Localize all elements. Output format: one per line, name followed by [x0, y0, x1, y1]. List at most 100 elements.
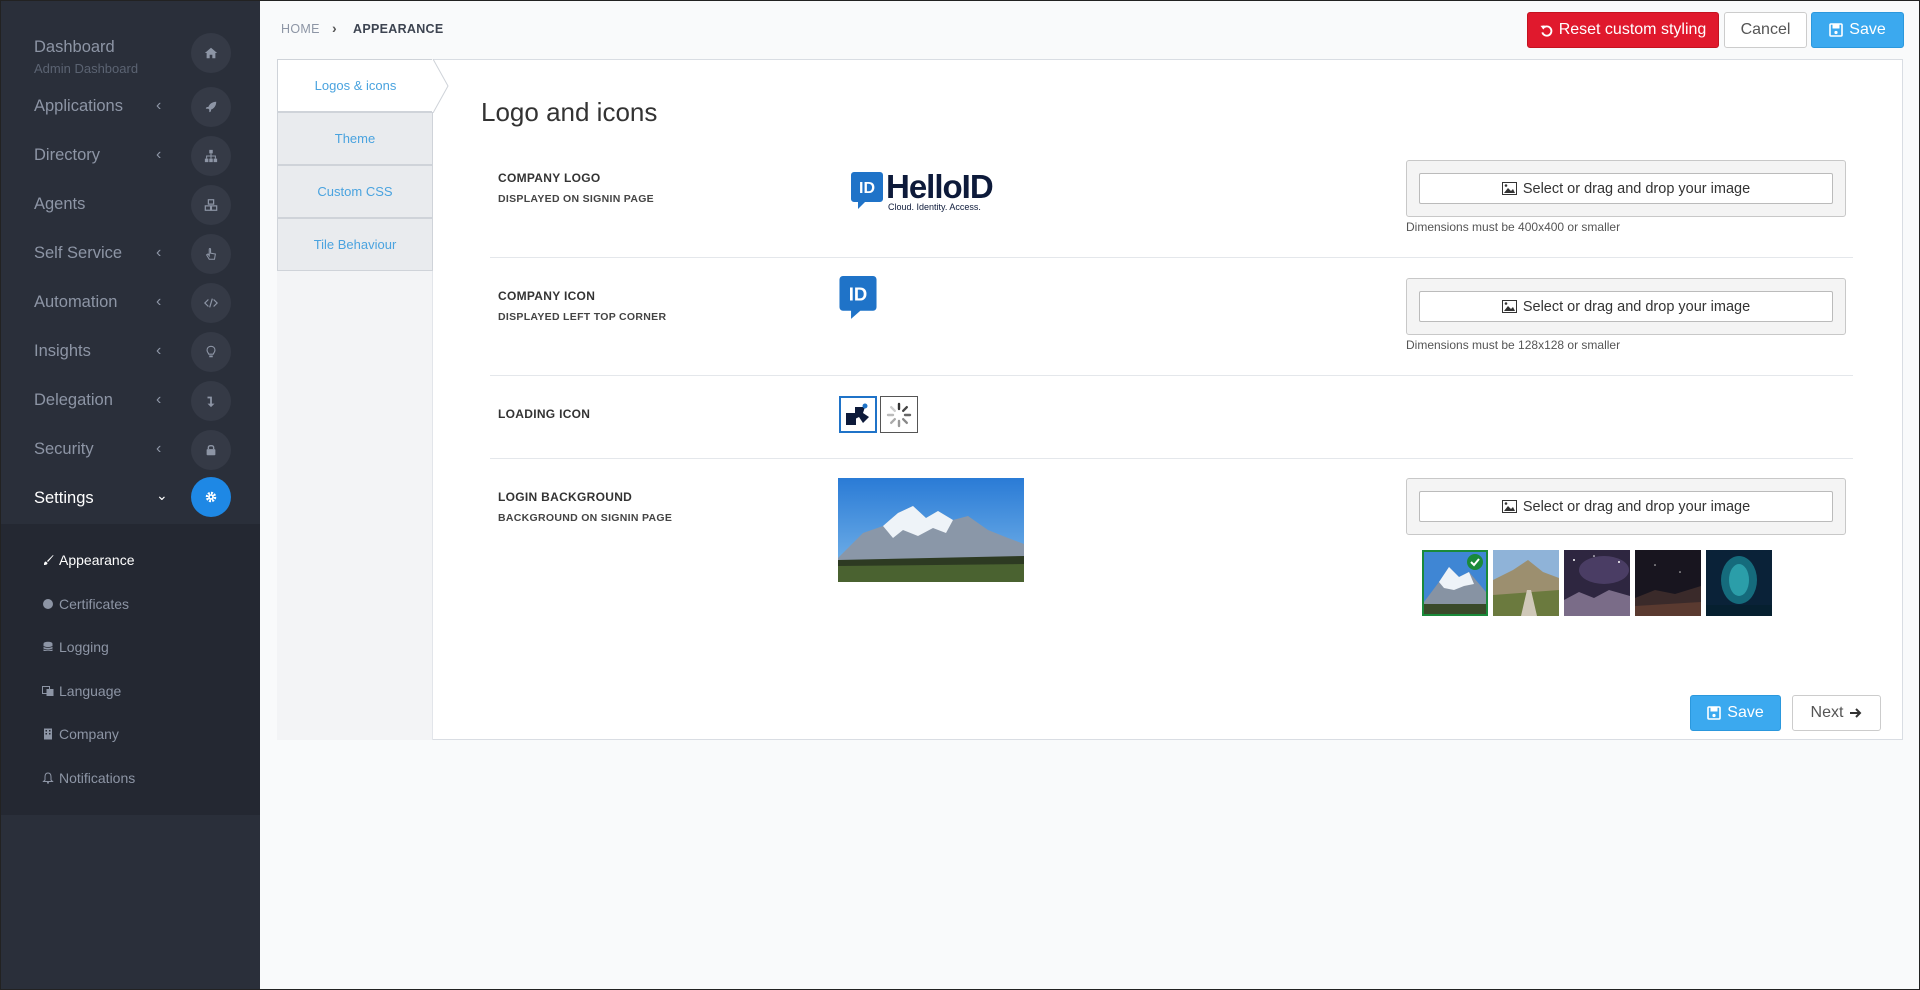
company-logo-upload-button[interactable]: Select or drag and drop your image [1419, 173, 1833, 204]
submenu-item-language[interactable]: Language [42, 683, 121, 699]
sidebar-item-automation[interactable]: Automation ‹ [1, 279, 260, 328]
level-down-icon [191, 381, 231, 421]
cancel-button-label: Cancel [1740, 21, 1791, 38]
company-logo-label: COMPANY LOGO [498, 171, 601, 185]
helloid-badge-text: ID [859, 180, 875, 197]
sidebar-item-label: Security [34, 440, 94, 458]
sidebar-item-insights[interactable]: Insights ‹ [1, 328, 260, 377]
sidebar-item-dashboard[interactable]: Dashboard Admin Dashboard [1, 28, 260, 77]
login-background-label: LOGIN BACKGROUND [498, 490, 633, 504]
page-title: Logo and icons [481, 97, 658, 127]
tab-tile-behaviour[interactable]: Tile Behaviour [277, 218, 433, 271]
helloid-icon-text: ID [849, 283, 868, 304]
sidebar-item-agents[interactable]: Agents [1, 181, 260, 230]
sidebar-item-label: Directory [34, 146, 101, 164]
company-icon-preview: ID [839, 276, 877, 325]
reset-custom-styling-button[interactable]: Reset custom styling [1527, 12, 1719, 48]
sidebar-item-label: Settings [34, 489, 94, 507]
chevron-left-icon: ‹ [156, 342, 162, 359]
submenu-item-label: Company [59, 726, 119, 742]
divider [490, 257, 1853, 258]
sidebar-item-label: Self Service [34, 244, 123, 262]
submenu-item-company[interactable]: Company [42, 726, 119, 742]
sidebar-item-security[interactable]: Security ‹ [1, 426, 260, 475]
background-thumbnail-night-sky[interactable] [1564, 550, 1630, 616]
loading-icon-option-spinner[interactable] [880, 396, 918, 433]
upload-button-label: Select or drag and drop your image [1522, 180, 1751, 197]
sidebar-item-applications[interactable]: Applications ‹ [1, 83, 260, 132]
save-button[interactable]: Save [1811, 12, 1904, 48]
code-icon [191, 283, 231, 323]
chevron-left-icon: ‹ [156, 440, 162, 457]
save-bottom-button[interactable]: Save [1690, 695, 1781, 731]
breadcrumb-current: APPEARANCE [353, 22, 444, 36]
cancel-button[interactable]: Cancel [1724, 12, 1807, 48]
sidebar-item-label: Delegation [34, 391, 113, 409]
company-logo-hint: Dimensions must be 400x400 or smaller [1406, 220, 1621, 234]
tab-label: Theme [334, 131, 376, 146]
tab-logos-icons[interactable]: Logos & icons [277, 59, 433, 112]
login-background-upload-button[interactable]: Select or drag and drop your image [1419, 491, 1833, 522]
sitemap-icon [191, 136, 231, 176]
undo-icon [1540, 24, 1553, 37]
sidebar-item-self-service[interactable]: Self Service ‹ [1, 230, 260, 279]
submenu-item-appearance[interactable]: Appearance [42, 552, 135, 568]
sidebar-item-label: Agents [34, 195, 86, 213]
rocket-icon [191, 87, 231, 127]
tab-label: Logos & icons [314, 78, 397, 93]
company-icon-hint: Dimensions must be 128x128 or smaller [1406, 338, 1621, 352]
sidebar-item-label: Automation [34, 293, 118, 311]
sidebar-item-label: Applications [34, 97, 123, 115]
language-icon [42, 686, 54, 696]
building-icon [44, 728, 52, 740]
background-thumbnail-road[interactable] [1493, 550, 1559, 616]
image-icon [1501, 182, 1517, 195]
company-icon-sublabel: DISPLAYED LEFT TOP CORNER [498, 311, 667, 323]
sidebar-item-delegation[interactable]: Delegation ‹ [1, 377, 260, 426]
save-button-label: Save [1727, 704, 1764, 721]
reset-button-label: Reset custom styling [1558, 21, 1707, 38]
company-icon-upload-button[interactable]: Select or drag and drop your image [1419, 291, 1833, 322]
floppy-disk-icon [1829, 23, 1844, 37]
company-icon-label: COMPANY ICON [498, 289, 596, 303]
sidebar-item-label: Dashboard [34, 38, 115, 56]
login-background-preview [838, 478, 1024, 582]
background-thumbnail-mountain[interactable] [1422, 550, 1488, 616]
loading-icon-option-helloid[interactable] [839, 396, 877, 433]
helloid-icon: ID [839, 276, 877, 319]
tab-label: Tile Behaviour [313, 237, 397, 252]
cubes-icon [191, 185, 231, 225]
certificate-icon [43, 599, 53, 609]
submenu-item-certificates[interactable]: Certificates [42, 596, 129, 612]
company-icon-upload-area: Select or drag and drop your image [1406, 278, 1846, 335]
submenu-item-label: Language [59, 683, 122, 699]
chevron-down-icon: ⌄ [156, 487, 168, 503]
tab-theme[interactable]: Theme [277, 112, 433, 165]
submenu-item-logging[interactable]: Logging [42, 639, 109, 655]
divider [490, 375, 1853, 376]
image-icon [1501, 300, 1517, 313]
background-thumbnail-dark-desert[interactable] [1635, 550, 1701, 616]
lightbulb-icon [191, 332, 231, 372]
tab-custom-css[interactable]: Custom CSS [277, 165, 433, 218]
lock-icon [191, 430, 231, 470]
gear-icon [191, 477, 231, 517]
sidebar-item-directory[interactable]: Directory ‹ [1, 132, 260, 181]
checkmark-icon [1467, 554, 1483, 570]
tab-label: Custom CSS [317, 184, 393, 199]
hand-pointer-icon [191, 234, 231, 274]
next-button-label: Next [1810, 704, 1844, 721]
upload-button-label: Select or drag and drop your image [1522, 298, 1751, 315]
sidebar-item-settings[interactable]: Settings ⌄ [1, 475, 260, 524]
login-background-upload-area: Select or drag and drop your image [1406, 478, 1846, 535]
home-icon [191, 33, 231, 73]
chevron-left-icon: ‹ [156, 293, 162, 310]
submenu-item-notifications[interactable]: Notifications [42, 770, 135, 786]
breadcrumb-home[interactable]: HOME [281, 22, 320, 36]
chevron-left-icon: ‹ [156, 146, 162, 163]
loading-icon-label: LOADING ICON [498, 407, 591, 421]
save-button-label: Save [1849, 21, 1886, 38]
background-thumbnail-aurora[interactable] [1706, 550, 1772, 616]
company-logo-upload-area: Select or drag and drop your image [1406, 160, 1846, 217]
next-button[interactable]: Next [1792, 695, 1881, 731]
